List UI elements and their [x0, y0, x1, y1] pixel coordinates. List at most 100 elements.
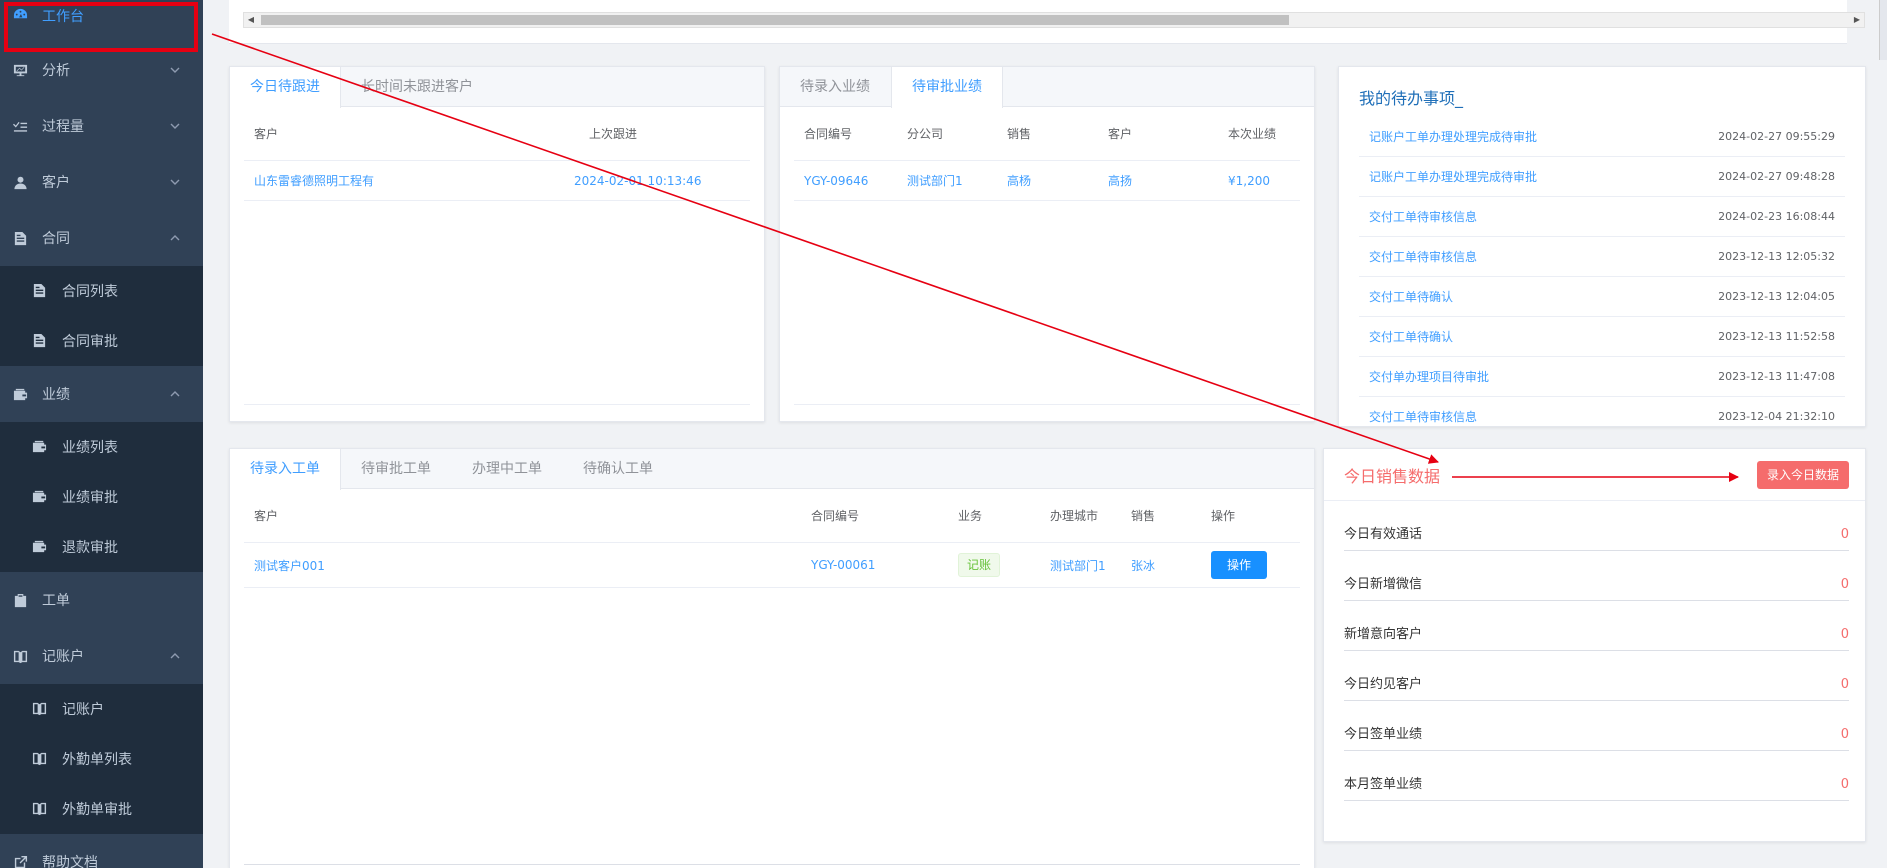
sidebar-item-field-approval[interactable]: 外勤单审批: [0, 784, 203, 834]
column-header: 客户: [1108, 127, 1133, 141]
scroll-left-arrow-icon[interactable]: ◀: [246, 15, 256, 25]
tab-in-progress-workorder[interactable]: 办理中工单: [452, 449, 563, 488]
todo-item-label[interactable]: 交付工单待审核信息: [1369, 248, 1477, 265]
performance-table: 合同编号 分公司 销售 客户 本次业绩 YGY-09646 测试部门1 高杨 高…: [794, 107, 1300, 201]
stat-value: 0: [1840, 677, 1849, 692]
column-header: 办理城市: [1050, 509, 1099, 523]
sidebar-item-customer[interactable]: 客户: [0, 154, 203, 210]
column-header: 客户: [254, 127, 279, 141]
stat-row: 今日新增微信 0: [1344, 551, 1849, 601]
book-icon: [32, 701, 48, 717]
chevron-up-icon: [169, 232, 181, 244]
sidebar-item-performance[interactable]: 业绩: [0, 366, 203, 422]
todo-item-label[interactable]: 交付工单待审核信息: [1369, 408, 1477, 425]
scrollbar-thumb[interactable]: [261, 15, 1289, 25]
right-edge-handle[interactable]: [1879, 0, 1887, 60]
sidebar-item-refund-approval[interactable]: 退款审批: [0, 522, 203, 572]
book-icon: [12, 648, 28, 664]
sidebar-item-workorder[interactable]: 工单: [0, 572, 203, 628]
table-header: 客户 上次跟进: [244, 107, 750, 161]
tab-long-no-followup[interactable]: 长时间未跟进客户: [341, 67, 494, 106]
todo-item[interactable]: 交付工单待审核信息 2023-12-13 12:05:32: [1359, 237, 1845, 277]
todo-item-label[interactable]: 交付工单待确认: [1369, 288, 1453, 305]
table-header: 客户 合同编号 业务 办理城市 销售 操作: [244, 489, 1300, 543]
stat-label: 今日签单业绩: [1344, 727, 1423, 742]
todo-item[interactable]: 交付工单待审核信息 2023-12-04 21:32:10: [1359, 397, 1845, 426]
scroll-right-arrow-icon[interactable]: ▶: [1852, 15, 1862, 25]
stat-row: 今日签单业绩 0: [1344, 701, 1849, 751]
enter-today-data-button[interactable]: 录入今日数据: [1756, 460, 1849, 489]
sidebar-item-field-list[interactable]: 外勤单列表: [0, 734, 203, 784]
customer-link[interactable]: 测试客户001: [244, 557, 801, 574]
todo-item[interactable]: 交付工单待审核信息 2024-02-23 16:08:44: [1359, 197, 1845, 237]
sidebar-item-accounts[interactable]: 记账户: [0, 628, 203, 684]
sidebar-item-performance-approval[interactable]: 业绩审批: [0, 472, 203, 522]
performance-card: 待录入业绩 待审批业绩 合同编号 分公司 销售 客户 本次业绩 YGY-0964…: [779, 66, 1315, 422]
stat-value: 0: [1840, 727, 1849, 742]
column-header: 合同编号: [804, 127, 853, 141]
tab-pending-approval-workorder[interactable]: 待审批工单: [341, 449, 452, 488]
chevron-up-icon: [169, 388, 181, 400]
stat-label: 今日约见客户: [1344, 677, 1423, 692]
stat-value: 0: [1840, 777, 1849, 792]
todo-item-time: 2023-12-13 11:47:08: [1718, 370, 1835, 383]
table-row[interactable]: YGY-09646 测试部门1 高杨 高扬 ¥1,200: [794, 161, 1300, 201]
sidebar-item-account-list[interactable]: 记账户: [0, 684, 203, 734]
wallet-icon: [12, 386, 28, 402]
submenu-performance: 业绩列表 业绩审批 退款审批: [0, 422, 203, 572]
sidebar-item-label: 退款审批: [62, 540, 118, 556]
table-row[interactable]: 山东雷睿德照明工程有 2024-02-01 10:13:46: [244, 161, 750, 201]
tab-today-followup[interactable]: 今日待跟进: [230, 67, 341, 108]
sidebar-item-label: 合同列表: [62, 284, 118, 300]
tab-pending-entry-workorder[interactable]: 待录入工单: [230, 449, 341, 490]
todo-item[interactable]: 交付工单待确认 2023-12-13 11:52:58: [1359, 317, 1845, 357]
table-row[interactable]: 测试客户001 YGY-00061 记账 测试部门1 张冰 操作: [244, 543, 1300, 588]
salesperson: 高杨: [1007, 174, 1032, 188]
stat-label: 今日有效通话: [1344, 527, 1423, 542]
customer-link[interactable]: 山东雷睿德照明工程有: [244, 172, 564, 189]
sidebar-item-contract-approval[interactable]: 合同审批: [0, 316, 203, 366]
file-icon: [12, 230, 28, 246]
performance-amount: ¥1,200: [1228, 173, 1270, 188]
table-bottom-border: [244, 404, 750, 405]
todo-item-label[interactable]: 交付工单待确认: [1369, 328, 1453, 345]
sidebar-item-help[interactable]: 帮助文档: [0, 834, 203, 868]
sidebar-item-contract[interactable]: 合同: [0, 210, 203, 266]
column-header: 销售: [1131, 509, 1156, 523]
column-header: 分公司: [907, 127, 944, 141]
tab-pending-confirm-workorder[interactable]: 待确认工单: [563, 449, 674, 488]
tab-pending-entry-performance[interactable]: 待录入业绩: [780, 67, 891, 106]
submenu-contract: 合同列表 合同审批: [0, 266, 203, 366]
sales-title: 今日销售数据: [1344, 466, 1441, 486]
todo-item-label[interactable]: 交付单办理项目待审批: [1369, 368, 1489, 385]
column-header: 销售: [1007, 127, 1032, 141]
stat-value: 0: [1840, 627, 1849, 642]
branch: 测试部门1: [907, 174, 963, 188]
todo-item-time: 2023-12-13 12:04:05: [1718, 290, 1835, 303]
sidebar-item-process[interactable]: 过程量: [0, 98, 203, 154]
stat-value: 0: [1840, 527, 1849, 542]
tab-pending-approval-performance[interactable]: 待审批业绩: [891, 67, 1003, 108]
followup-tabs: 今日待跟进 长时间未跟进客户: [230, 67, 764, 108]
todo-item-label[interactable]: 记账户工单办理处理完成待审批: [1369, 128, 1537, 145]
sales-card: 今日销售数据 录入今日数据 今日有效通话 0 今日新增微信 0 新增意向客户 0 今日…: [1323, 448, 1866, 842]
contract-number: YGY-09646: [804, 173, 869, 188]
todo-item[interactable]: 记账户工单办理处理完成待审批 2024-02-27 09:55:29: [1359, 117, 1845, 157]
todo-item-label[interactable]: 交付工单待审核信息: [1369, 208, 1477, 225]
sidebar-item-performance-list[interactable]: 业绩列表: [0, 422, 203, 472]
sales-header: 今日销售数据 录入今日数据: [1324, 449, 1865, 501]
sidebar-item-contract-list[interactable]: 合同列表: [0, 266, 203, 316]
horizontal-scrollbar[interactable]: ◀ ▶: [243, 12, 1865, 28]
todo-item[interactable]: 交付单办理项目待审批 2023-12-13 11:47:08: [1359, 357, 1845, 397]
todo-item[interactable]: 记账户工单办理处理完成待审批 2024-02-27 09:48:28: [1359, 157, 1845, 197]
chevron-down-icon: [169, 64, 181, 76]
todo-item-time: 2024-02-27 09:55:29: [1718, 130, 1835, 143]
todo-item-label[interactable]: 记账户工单办理处理完成待审批: [1369, 168, 1537, 185]
operate-button[interactable]: 操作: [1211, 551, 1267, 579]
sidebar-item-label: 外勤单审批: [62, 802, 132, 818]
chart-icon: [12, 62, 28, 78]
sidebar-item-label: 帮助文档: [42, 855, 98, 868]
clipboard-icon: [12, 592, 28, 608]
column-header: 业务: [958, 509, 983, 523]
todo-item[interactable]: 交付工单待确认 2023-12-13 12:04:05: [1359, 277, 1845, 317]
